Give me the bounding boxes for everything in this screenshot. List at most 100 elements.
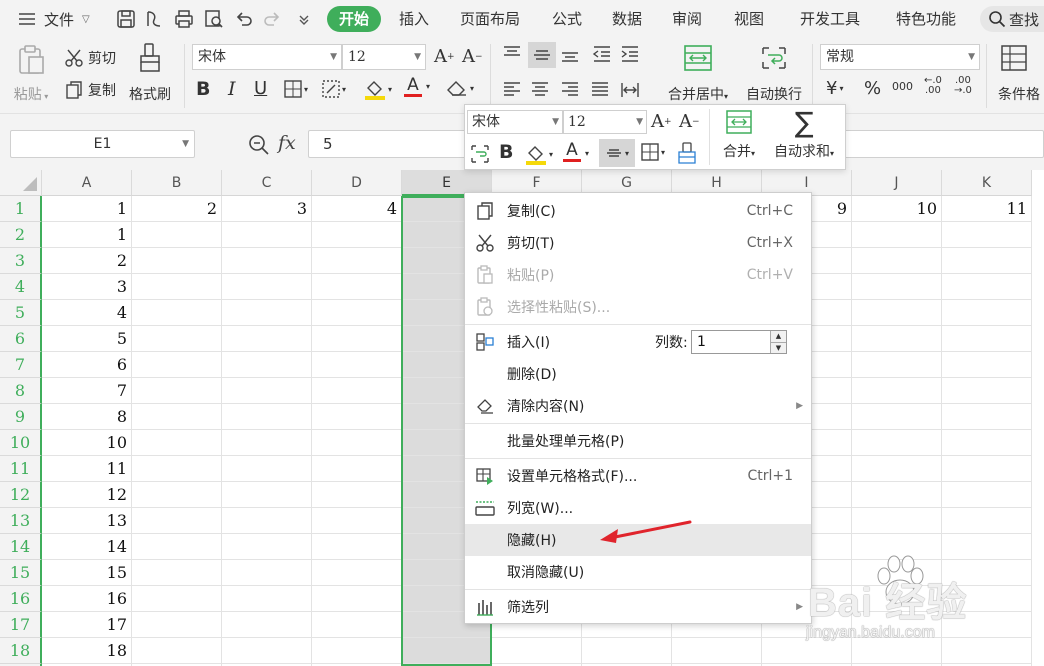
tab-view[interactable]: 视图 bbox=[726, 6, 772, 32]
tab-developer[interactable]: 开发工具 bbox=[792, 6, 868, 32]
cell-b5[interactable] bbox=[132, 300, 222, 326]
cell-b10[interactable] bbox=[132, 430, 222, 456]
cell-a18[interactable]: 18 bbox=[42, 638, 132, 664]
cell-k7[interactable] bbox=[942, 352, 1032, 378]
cell-style-button[interactable]: ▾ bbox=[322, 80, 346, 98]
decrease-font-icon[interactable]: A − bbox=[462, 46, 483, 67]
cell-k1[interactable]: 11 bbox=[942, 196, 1032, 222]
menu-item-format-cells[interactable]: 设置单元格格式(F)... Ctrl+1 bbox=[465, 460, 811, 492]
menu-item-paste[interactable]: 粘贴(P) Ctrl+V bbox=[465, 259, 811, 291]
cell-d1[interactable]: 4 bbox=[312, 196, 402, 222]
cell-b6[interactable] bbox=[132, 326, 222, 352]
column-header-d[interactable]: D bbox=[312, 170, 402, 196]
menu-item-paste-special[interactable]: 选择性粘贴(S)... bbox=[465, 291, 811, 323]
cell-c6[interactable] bbox=[222, 326, 312, 352]
align-middle-icon[interactable] bbox=[528, 42, 556, 68]
cell-c2[interactable] bbox=[222, 222, 312, 248]
align-top-icon[interactable] bbox=[502, 44, 522, 64]
decrease-decimal-button[interactable]: .00 →.0 bbox=[954, 76, 972, 96]
menu-item-clear-contents[interactable]: 清除内容(N) ▶ bbox=[465, 390, 811, 422]
cell-a16[interactable]: 16 bbox=[42, 586, 132, 612]
cell-a7[interactable]: 6 bbox=[42, 352, 132, 378]
justify-icon[interactable] bbox=[590, 80, 610, 100]
tab-insert[interactable]: 插入 bbox=[392, 6, 436, 32]
align-bottom-icon[interactable] bbox=[560, 44, 580, 64]
mini-borders-button[interactable]: ▾ bbox=[641, 143, 665, 161]
export-pdf-icon[interactable] bbox=[144, 9, 164, 29]
percent-button[interactable]: % bbox=[864, 78, 881, 99]
cell-j9[interactable] bbox=[852, 404, 942, 430]
search-button[interactable]: 查找 bbox=[980, 6, 1044, 32]
cell-b11[interactable] bbox=[132, 456, 222, 482]
mini-bold-button[interactable]: B bbox=[499, 141, 513, 163]
font-color-button[interactable]: A bbox=[404, 76, 422, 97]
cell-j10[interactable] bbox=[852, 430, 942, 456]
cell-d4[interactable] bbox=[312, 274, 402, 300]
cell-d7[interactable] bbox=[312, 352, 402, 378]
cell-b18[interactable] bbox=[132, 638, 222, 664]
row-header-16[interactable]: 16 bbox=[0, 586, 42, 612]
cell-k6[interactable] bbox=[942, 326, 1032, 352]
cell-j1[interactable]: 10 bbox=[852, 196, 942, 222]
format-painter-button[interactable]: 格式刷 bbox=[126, 42, 174, 104]
mini-autosum-button[interactable]: ∑ 自动求和▾ bbox=[767, 109, 841, 161]
chevron-down-icon[interactable]: ▾ bbox=[426, 82, 430, 91]
cell-j12[interactable] bbox=[852, 482, 942, 508]
cell-a11[interactable]: 11 bbox=[42, 456, 132, 482]
row-header-11[interactable]: 11 bbox=[0, 456, 42, 482]
cell-c17[interactable] bbox=[222, 612, 312, 638]
cell-b1[interactable]: 2 bbox=[132, 196, 222, 222]
cell-j8[interactable] bbox=[852, 378, 942, 404]
cell-c8[interactable] bbox=[222, 378, 312, 404]
cell-d9[interactable] bbox=[312, 404, 402, 430]
cell-b2[interactable] bbox=[132, 222, 222, 248]
save-icon[interactable] bbox=[116, 9, 136, 29]
font-name-select[interactable]: 宋体 ▼ bbox=[192, 44, 342, 70]
distributed-icon[interactable] bbox=[620, 80, 640, 100]
cell-c3[interactable] bbox=[222, 248, 312, 274]
mini-fill-color-button[interactable]: ▾ bbox=[525, 143, 553, 165]
bold-button[interactable]: B bbox=[196, 78, 210, 100]
cell-b4[interactable] bbox=[132, 274, 222, 300]
wrap-text-button[interactable]: 自动换行 bbox=[744, 44, 804, 104]
cell-k10[interactable] bbox=[942, 430, 1032, 456]
mini-wrap-icon[interactable] bbox=[469, 143, 491, 165]
column-header-c[interactable]: C bbox=[222, 170, 312, 196]
select-all-corner[interactable] bbox=[0, 170, 42, 196]
spin-down-icon[interactable]: ▼ bbox=[771, 342, 786, 353]
cell-k3[interactable] bbox=[942, 248, 1032, 274]
tab-home[interactable]: 开始 bbox=[327, 6, 381, 32]
spin-up-icon[interactable]: ▲ bbox=[771, 331, 786, 342]
cell-f18[interactable] bbox=[492, 638, 582, 664]
cell-d6[interactable] bbox=[312, 326, 402, 352]
cell-a6[interactable]: 5 bbox=[42, 326, 132, 352]
merge-center-button[interactable]: 合并居中▾ bbox=[662, 44, 734, 104]
cell-c12[interactable] bbox=[222, 482, 312, 508]
cut-button[interactable]: 剪切 bbox=[64, 48, 116, 68]
cell-d14[interactable] bbox=[312, 534, 402, 560]
column-header-k[interactable]: K bbox=[942, 170, 1032, 196]
cell-c18[interactable] bbox=[222, 638, 312, 664]
cell-d10[interactable] bbox=[312, 430, 402, 456]
cell-h18[interactable] bbox=[672, 638, 762, 664]
file-menu[interactable]: 文件 ▽ bbox=[18, 0, 90, 38]
increase-decimal-button[interactable]: ←.0.00 bbox=[924, 76, 942, 96]
undo-icon[interactable] bbox=[234, 9, 254, 29]
cell-k8[interactable] bbox=[942, 378, 1032, 404]
cell-e18[interactable] bbox=[402, 638, 492, 664]
row-header-8[interactable]: 8 bbox=[0, 378, 42, 404]
cell-b12[interactable] bbox=[132, 482, 222, 508]
cell-d18[interactable] bbox=[312, 638, 402, 664]
redo-icon[interactable] bbox=[262, 9, 282, 29]
tab-special[interactable]: 特色功能 bbox=[888, 6, 964, 32]
decrease-indent-icon[interactable] bbox=[592, 44, 612, 64]
col-count-stepper[interactable]: ▲ ▼ bbox=[770, 331, 786, 353]
chevron-down-icon[interactable]: ▾ bbox=[585, 149, 589, 158]
cell-a9[interactable]: 8 bbox=[42, 404, 132, 430]
cell-k13[interactable] bbox=[942, 508, 1032, 534]
tab-formulas[interactable]: 公式 bbox=[544, 6, 590, 32]
cell-j7[interactable] bbox=[852, 352, 942, 378]
cell-d5[interactable] bbox=[312, 300, 402, 326]
row-header-15[interactable]: 15 bbox=[0, 560, 42, 586]
tab-data[interactable]: 数据 bbox=[604, 6, 650, 32]
